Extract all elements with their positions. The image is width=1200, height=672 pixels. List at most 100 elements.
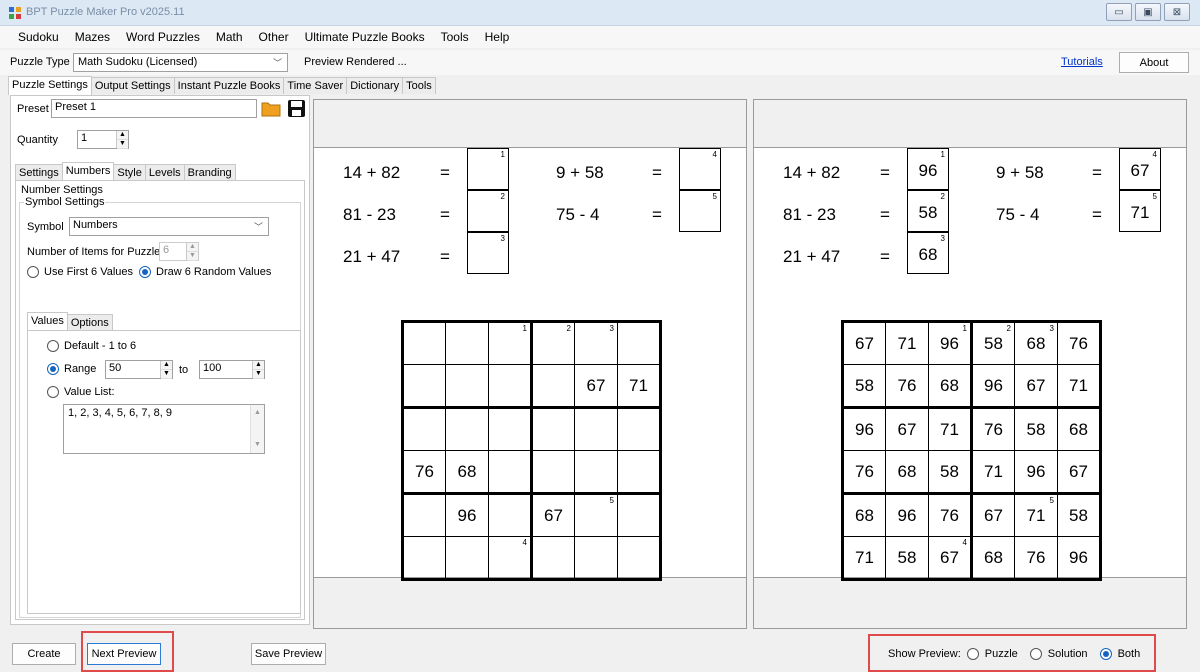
save-preview-button[interactable]: Save Preview <box>251 643 326 665</box>
settings-panel: Preset Preset 1 Quantity 1 ▲ ▼ Settings N… <box>10 95 310 625</box>
equation-2-box: 2 <box>467 190 509 232</box>
tab-time-saver[interactable]: Time Saver <box>283 77 348 94</box>
menu-other[interactable]: Other <box>251 30 297 44</box>
tab-values[interactable]: Values <box>27 312 68 331</box>
equation-3-box: 3 <box>467 232 509 274</box>
value-list-scrollbar[interactable]: ▲ ▼ <box>250 405 264 453</box>
range-radio[interactable] <box>47 363 59 375</box>
default-option[interactable]: Default - 1 to 6 <box>47 340 136 352</box>
preview-both-radio[interactable] <box>1099 648 1112 660</box>
menu-mazes[interactable]: Mazes <box>67 30 118 44</box>
range-option[interactable]: Range <box>47 363 96 375</box>
value-list-option[interactable]: Value List: <box>47 386 115 398</box>
preview-puzzle-label[interactable]: Puzzle <box>985 648 1018 660</box>
solution-grid-cell-value: 58 <box>855 375 874 395</box>
solution-equation-4-equals: = <box>1092 163 1102 182</box>
puzzle-preview: 14 + 82 = 1 81 - 23 = 2 21 + 47 = 3 9 + … <box>313 99 747 629</box>
preview-solution-label[interactable]: Solution <box>1048 648 1088 660</box>
preset-input[interactable]: Preset 1 <box>51 99 257 118</box>
equation-1-box: 1 <box>467 148 509 190</box>
puzzle-grid-cell-value: 67 <box>544 505 563 525</box>
equation-3-number: 3 <box>500 234 505 243</box>
open-folder-icon[interactable] <box>261 99 281 118</box>
quantity-spin[interactable]: ▲ ▼ <box>116 131 128 149</box>
menu-ultimate-puzzle-books[interactable]: Ultimate Puzzle Books <box>297 30 433 44</box>
solution-equation-5-expr: 75 - 4 <box>996 205 1040 224</box>
save-icon[interactable] <box>287 99 306 118</box>
solution-grid-cell: 68 <box>842 493 886 537</box>
use-first-radio[interactable] <box>27 266 39 278</box>
solution-equation-3-answer: 68 <box>918 245 938 264</box>
equation-4-number: 4 <box>712 150 717 159</box>
preset-label: Preset <box>17 103 49 115</box>
range-to-spin[interactable]: ▲ ▼ <box>252 361 264 379</box>
tab-style[interactable]: Style <box>113 164 146 180</box>
minimize-button[interactable]: ▭ <box>1106 3 1132 21</box>
solution-equation-2-box: 2 58 <box>907 190 949 232</box>
symbol-dropdown[interactable]: Numbers ﹀ <box>69 217 269 236</box>
solution-grid-cell: 67 <box>885 407 929 451</box>
tab-options[interactable]: Options <box>66 314 113 330</box>
solution-grid-cell: 68 <box>928 364 973 409</box>
tab-levels[interactable]: Levels <box>144 164 185 180</box>
range-from-spin[interactable]: ▲ ▼ <box>160 361 172 379</box>
value-list-radio[interactable] <box>47 386 59 398</box>
puzzle-grid-cell <box>488 450 533 495</box>
equation-3-equals: = <box>440 247 450 266</box>
next-preview-highlight <box>81 631 174 672</box>
solution-grid-cell-marker: 1 <box>962 324 967 333</box>
range-to-stepper[interactable]: 100 ▲ ▼ <box>199 360 265 379</box>
tab-numbers[interactable]: Numbers <box>61 162 115 181</box>
range-from-value: 50 <box>109 362 122 374</box>
puzzle-grid-cell <box>488 407 533 451</box>
preview-puzzle-radio[interactable] <box>966 648 979 660</box>
draw-random-radio[interactable] <box>139 266 151 278</box>
tutorials-link[interactable]: Tutorials <box>1061 56 1103 68</box>
puzzle-type-dropdown[interactable]: Math Sudoku (Licensed) ﹀ <box>73 53 288 72</box>
close-button[interactable]: ⊠ <box>1164 3 1190 21</box>
maximize-icon: ▣ <box>1143 6 1153 18</box>
menu-sudoku[interactable]: Sudoku <box>10 30 67 44</box>
menu-math[interactable]: Math <box>208 30 251 44</box>
use-first-option[interactable]: Use First 6 Values <box>27 266 133 278</box>
solution-grid-cell: 76 <box>1057 321 1101 365</box>
tab-output-settings[interactable]: Output Settings <box>90 77 175 94</box>
menu-help[interactable]: Help <box>477 30 518 44</box>
solution-page: 14 + 82 = 1 96 81 - 23 = 2 58 21 + 47 = … <box>754 147 1186 581</box>
value-list-textarea[interactable]: 1, 2, 3, 4, 5, 6, 7, 8, 9 ▲ ▼ <box>63 404 265 454</box>
puzzle-grid-cell <box>617 450 661 495</box>
solution-grid-cell-value: 76 <box>940 505 959 525</box>
tab-dictionary[interactable]: Dictionary <box>346 77 404 94</box>
settings-sub-tabs: Settings Numbers Style Levels Branding <box>15 162 236 181</box>
tab-puzzle-settings[interactable]: Puzzle Settings <box>8 76 92 95</box>
default-label: Default - 1 to 6 <box>64 340 137 352</box>
about-button[interactable]: About <box>1119 52 1189 73</box>
solution-grid-cell: 96 1 <box>928 321 973 365</box>
puzzle-grid-cell <box>574 450 618 495</box>
puzzle-grid-cell: 4 <box>488 536 533 580</box>
menu-tools[interactable]: Tools <box>433 30 477 44</box>
solution-grid-cell: 67 <box>971 493 1015 537</box>
tab-instant-puzzle-books[interactable]: Instant Puzzle Books <box>173 77 285 94</box>
default-radio[interactable] <box>47 340 59 352</box>
solution-preview: 14 + 82 = 1 96 81 - 23 = 2 58 21 + 47 = … <box>753 99 1187 629</box>
menu-word-puzzles[interactable]: Word Puzzles <box>118 30 208 44</box>
solution-equation-4-number: 4 <box>1152 150 1157 159</box>
solution-grid-cell-value: 71 <box>1069 375 1088 395</box>
preview-both-label[interactable]: Both <box>1118 648 1141 660</box>
solution-equation-1-answer: 96 <box>918 161 938 180</box>
puzzle-grid-cell: 1 <box>488 321 533 365</box>
quantity-stepper[interactable]: 1 ▲ ▼ <box>77 130 129 149</box>
solution-equation-1-number: 1 <box>940 150 945 159</box>
maximize-button[interactable]: ▣ <box>1135 3 1161 21</box>
preview-solution-radio[interactable] <box>1029 648 1042 660</box>
range-from-stepper[interactable]: 50 ▲ ▼ <box>105 360 173 379</box>
create-button[interactable]: Create <box>12 643 76 665</box>
puzzle-grid-cell <box>488 364 533 409</box>
tab-settings[interactable]: Settings <box>15 164 63 180</box>
tab-branding[interactable]: Branding <box>183 164 236 180</box>
tab-tools[interactable]: Tools <box>402 77 436 94</box>
equation-5-number: 5 <box>712 192 717 201</box>
solution-grid-cell-value: 76 <box>1069 333 1088 353</box>
draw-random-option[interactable]: Draw 6 Random Values <box>139 266 271 278</box>
